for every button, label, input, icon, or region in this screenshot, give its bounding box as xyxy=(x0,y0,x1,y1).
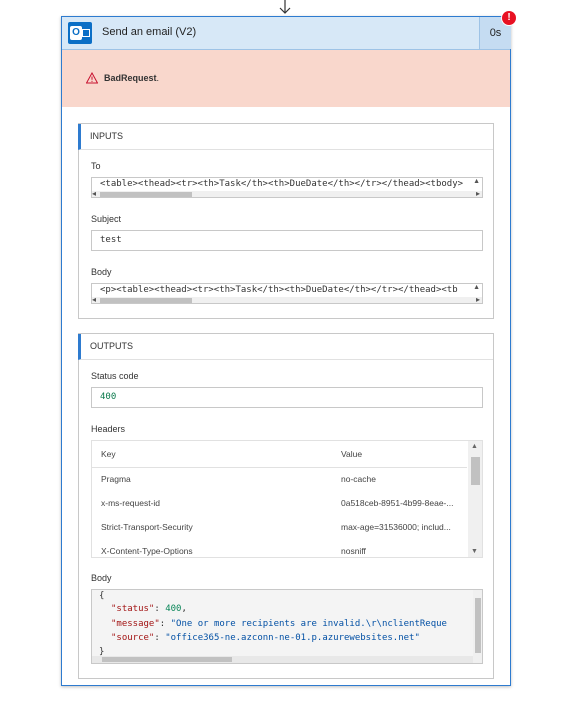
body-hscrollbar[interactable]: ◂ ▸ xyxy=(92,295,482,303)
json-key: "message" xyxy=(111,619,160,629)
json-key: "source" xyxy=(111,633,155,643)
header-value: max-age=31536000; includ... xyxy=(341,522,451,532)
outputs-title: OUTPUTS xyxy=(90,341,134,351)
headers-table-header: Key Value xyxy=(92,441,467,468)
header-key: Strict-Transport-Security xyxy=(101,522,193,532)
table-row: Strict-Transport-Security max-age=315360… xyxy=(92,515,467,539)
json-vscrollbar[interactable] xyxy=(473,590,482,663)
scroll-down-icon[interactable]: ▼ xyxy=(471,548,478,555)
warning-icon xyxy=(86,72,98,84)
headers-vscrollbar[interactable]: ▲ ▼ xyxy=(468,441,482,557)
error-message: BadRequest. xyxy=(104,73,159,83)
inputs-header: INPUTS xyxy=(78,124,493,150)
status-code-value: 400 xyxy=(100,392,117,402)
header-key: x-ms-request-id xyxy=(101,498,161,508)
body-scroll-arrows[interactable]: ▲ xyxy=(473,284,480,291)
outputs-section: OUTPUTS Status code 400 Headers Key Valu… xyxy=(78,333,494,679)
output-body-json[interactable]: { "status": 400, "message": "One or more… xyxy=(91,589,483,664)
subject-field[interactable]: test xyxy=(91,230,483,251)
error-period: . xyxy=(156,73,160,83)
header-key: X-Content-Type-Options xyxy=(101,546,193,556)
error-banner: BadRequest. xyxy=(62,50,510,107)
json-source-line: "source": "office365-ne.azconn-ne-01.p.a… xyxy=(111,633,420,643)
column-value: Value xyxy=(341,449,363,459)
body-label: Body xyxy=(91,267,112,277)
header-value: no-cache xyxy=(341,474,376,484)
outlook-icon: O xyxy=(68,22,92,44)
header-value: nosniff xyxy=(341,546,366,556)
headers-label: Headers xyxy=(91,424,126,434)
error-badge: ! xyxy=(502,11,516,25)
arrow-down-icon xyxy=(279,0,291,14)
error-code: BadRequest xyxy=(104,73,157,83)
to-value: <table><thead><tr><th>Task</th><th>DueDa… xyxy=(100,179,464,189)
inputs-section: INPUTS To <table><thead><tr><th>Task</th… xyxy=(78,123,494,319)
inputs-title: INPUTS xyxy=(90,131,124,141)
json-value: "One or more recipients are invalid.\r\n… xyxy=(170,619,447,629)
to-field[interactable]: <table><thead><tr><th>Task</th><th>DueDa… xyxy=(91,177,483,198)
output-body-label: Body xyxy=(91,573,112,583)
action-card: O Send an email (V2) 0s ! BadRequest. IN… xyxy=(61,11,516,686)
json-status-line: "status": 400, xyxy=(111,604,187,614)
scroll-up-icon[interactable]: ▲ xyxy=(471,443,478,450)
to-label: To xyxy=(91,161,101,171)
header-value: 0a518ceb-8951-4b99-8eae-... xyxy=(341,498,454,508)
card-header[interactable]: O Send an email (V2) 0s xyxy=(62,17,511,50)
body-field[interactable]: <p><table><thead><tr><th>Task</th><th>Du… xyxy=(91,283,483,304)
json-message-line: "message": "One or more recipients are i… xyxy=(111,619,447,629)
outputs-header: OUTPUTS xyxy=(78,334,493,360)
status-code-label: Status code xyxy=(91,371,139,381)
header-key: Pragma xyxy=(101,474,131,484)
to-scroll-arrows[interactable]: ▲ xyxy=(473,178,480,185)
json-value: "office365-ne.azconn-ne-01.p.azurewebsit… xyxy=(165,633,420,643)
headers-table: Key Value Pragma no-cache x-ms-request-i… xyxy=(91,440,483,558)
json-key: "status" xyxy=(111,604,155,614)
subject-label: Subject xyxy=(91,214,122,224)
table-row: X-Content-Type-Options nosniff xyxy=(92,539,467,557)
scroll-thumb[interactable] xyxy=(471,457,480,485)
subject-value: test xyxy=(100,235,122,245)
column-key: Key xyxy=(101,449,116,459)
json-hscrollbar[interactable] xyxy=(92,656,473,663)
json-value: 400 xyxy=(165,604,182,614)
table-row: Pragma no-cache xyxy=(92,467,467,491)
body-value: <p><table><thead><tr><th>Task</th><th>Du… xyxy=(100,285,458,295)
status-code-field[interactable]: 400 xyxy=(91,387,483,408)
json-open-brace: { xyxy=(99,591,105,601)
to-hscrollbar[interactable]: ◂ ▸ xyxy=(92,189,482,197)
table-row: x-ms-request-id 0a518ceb-8951-4b99-8eae-… xyxy=(92,491,467,515)
card-title: Send an email (V2) xyxy=(102,26,197,38)
